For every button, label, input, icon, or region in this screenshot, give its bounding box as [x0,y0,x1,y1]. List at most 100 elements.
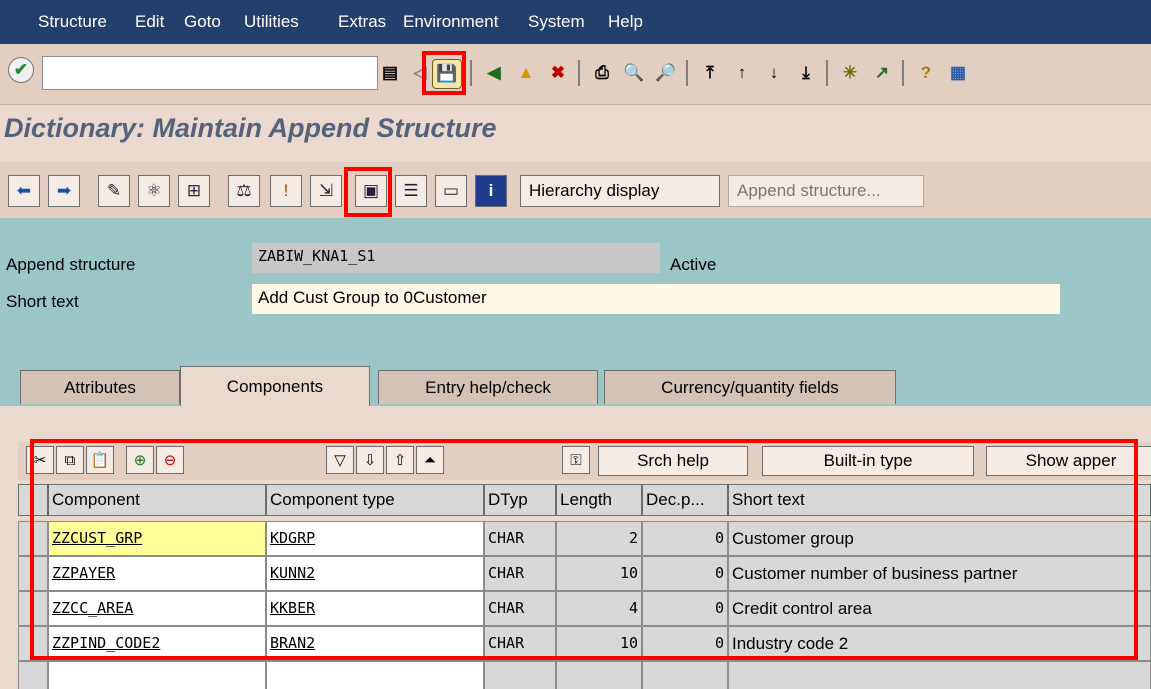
table-cell-decimals: 0 [642,626,728,661]
table-cell-length: 2 [556,521,642,556]
header-length[interactable]: Length [556,484,642,516]
row-selector[interactable] [18,661,48,689]
table-cell-component[interactable]: ZZCC_AREA [48,591,266,626]
collapse-icon[interactable]: ⏶ [416,446,444,474]
table-cell-short-text: Customer number of business partner [728,556,1151,591]
srch-help-button[interactable]: Srch help [598,446,748,476]
table-cell-dtyp: CHAR [484,521,556,556]
header-component-type[interactable]: Component type [266,484,484,516]
standard-toolbar: ✔ ▤ ◁ 💾 ◀ ▲ ✖ ⎙ 🔍 🔎 ⤒ ↑ ↓ ⤓ ✳ ↗ ? ▦ [0,44,1151,105]
previous-page-icon[interactable]: ↑ [728,59,756,87]
object-list-icon[interactable]: ▣ [355,175,387,207]
tab-currency-quantity-fields[interactable]: Currency/quantity fields [604,370,896,404]
table-cell-length: 10 [556,556,642,591]
menu-structure[interactable]: Structure [38,12,107,32]
table-toolbar: ✂ ⧉ 📋 ⊕ ⊖ ▽ ⇩ ⇧ ⏶ ⚿ Srch help Built-in t… [18,442,1151,480]
tab-strip: Attributes Components Entry help/check C… [0,366,1151,406]
menu-edit[interactable]: Edit [135,12,164,32]
next-page-icon[interactable]: ↓ [760,59,788,87]
tab-attributes[interactable]: Attributes [20,370,180,404]
menu-goto[interactable]: Goto [184,12,221,32]
header-dtyp[interactable]: DTyp [484,484,556,516]
where-used-icon[interactable]: ⇲ [310,175,342,207]
other-object-icon[interactable]: ⊞ [178,175,210,207]
display-change-icon[interactable]: ✎ [98,175,130,207]
enter-icon[interactable]: ✔ [8,57,34,83]
menu-help[interactable]: Help [608,12,643,32]
table-cell-short-text [728,661,1151,689]
menu-utilities[interactable]: Utilities [244,12,299,32]
table-cell-dtyp: CHAR [484,556,556,591]
insert-row-icon[interactable]: ⊕ [126,446,154,474]
exit-icon[interactable]: ▲ [512,59,540,87]
table-cell-component-type[interactable] [266,661,484,689]
navigation-icon[interactable]: ☰ [395,175,427,207]
sort-up-icon[interactable]: ⇧ [386,446,414,474]
built-in-type-button[interactable]: Built-in type [762,446,974,476]
table-cell-dtyp [484,661,556,689]
check-icon[interactable]: ⚖ [228,175,260,207]
table-cell-decimals: 0 [642,591,728,626]
activate-object-icon[interactable]: ! [270,175,302,207]
cut-icon[interactable]: ✂ [26,446,54,474]
menu-environment[interactable]: Environment [403,12,498,32]
row-selector[interactable] [18,591,48,626]
show-append-button[interactable]: Show apper [986,446,1151,476]
back-arrow-icon[interactable]: ⬅ [8,175,40,207]
table-cell-component-type[interactable]: KUNN2 [266,556,484,591]
table-cell-short-text: Customer group [728,521,1151,556]
select-all-header[interactable] [18,484,48,516]
paste-icon[interactable]: 📋 [86,446,114,474]
table-cell-component[interactable] [48,661,266,689]
shortcut-icon[interactable]: ↗ [868,59,896,87]
menu-extras[interactable]: Extras [338,12,386,32]
new-session-icon[interactable]: ✳ [836,59,864,87]
info-icon[interactable]: i [475,175,507,207]
find-next-icon[interactable]: 🔎 [652,59,680,87]
layout-menu-icon[interactable]: ▦ [944,59,972,87]
row-selector[interactable] [18,556,48,591]
tab-components[interactable]: Components [180,366,370,406]
table-cell-decimals: 0 [642,556,728,591]
table-cell-component-type[interactable]: KDGRP [266,521,484,556]
append-structure-button: Append structure... [728,175,924,207]
forward-arrow-icon[interactable]: ➡ [48,175,80,207]
save-icon[interactable]: 💾 [432,59,462,89]
short-text-label: Short text [6,292,79,311]
hierarchy-display-button[interactable]: Hierarchy display [520,175,720,207]
table-cell-length: 4 [556,591,642,626]
menu-system[interactable]: System [528,12,585,32]
print-icon[interactable]: ⎙ [588,59,616,87]
sort-down-icon[interactable]: ⇩ [356,446,384,474]
table-cell-dtyp: CHAR [484,591,556,626]
first-page-icon[interactable]: ⤒ [696,59,724,87]
back-icon[interactable]: ◀ [480,59,508,87]
header-decimal-places[interactable]: Dec.p... [642,484,728,516]
table-cell-dtyp: CHAR [484,626,556,661]
table-cell-component-type[interactable]: KKBER [266,591,484,626]
last-page-icon[interactable]: ⤓ [792,59,820,87]
key-icon[interactable]: ⚿ [562,446,590,474]
screen-icon[interactable]: ▭ [435,175,467,207]
filter-icon[interactable]: ▽ [326,446,354,474]
delete-row-icon[interactable]: ⊖ [156,446,184,474]
header-short-text[interactable]: Short text [728,484,1151,516]
table-cell-component[interactable]: ZZCUST_GRP [48,521,266,556]
table-cell-component[interactable]: ZZPAYER [48,556,266,591]
collapse-arrow-icon[interactable]: ◁ [406,59,434,87]
tab-entry-help-check[interactable]: Entry help/check [378,370,598,404]
table-cell-decimals: 0 [642,521,728,556]
command-history-icon[interactable]: ▤ [376,59,404,87]
table-cell-component[interactable]: ZZPIND_CODE2 [48,626,266,661]
command-field[interactable] [42,56,378,90]
copy-icon[interactable]: ⧉ [56,446,84,474]
header-component[interactable]: Component [48,484,266,516]
row-selector[interactable] [18,521,48,556]
table-cell-component-type[interactable]: BRAN2 [266,626,484,661]
find-icon[interactable]: 🔍 [620,59,648,87]
cancel-icon[interactable]: ✖ [544,59,572,87]
short-text-field[interactable]: Add Cust Group to 0Customer [252,284,1060,314]
row-selector[interactable] [18,626,48,661]
help-icon[interactable]: ? [912,59,940,87]
activate-icon[interactable]: ⚛ [138,175,170,207]
